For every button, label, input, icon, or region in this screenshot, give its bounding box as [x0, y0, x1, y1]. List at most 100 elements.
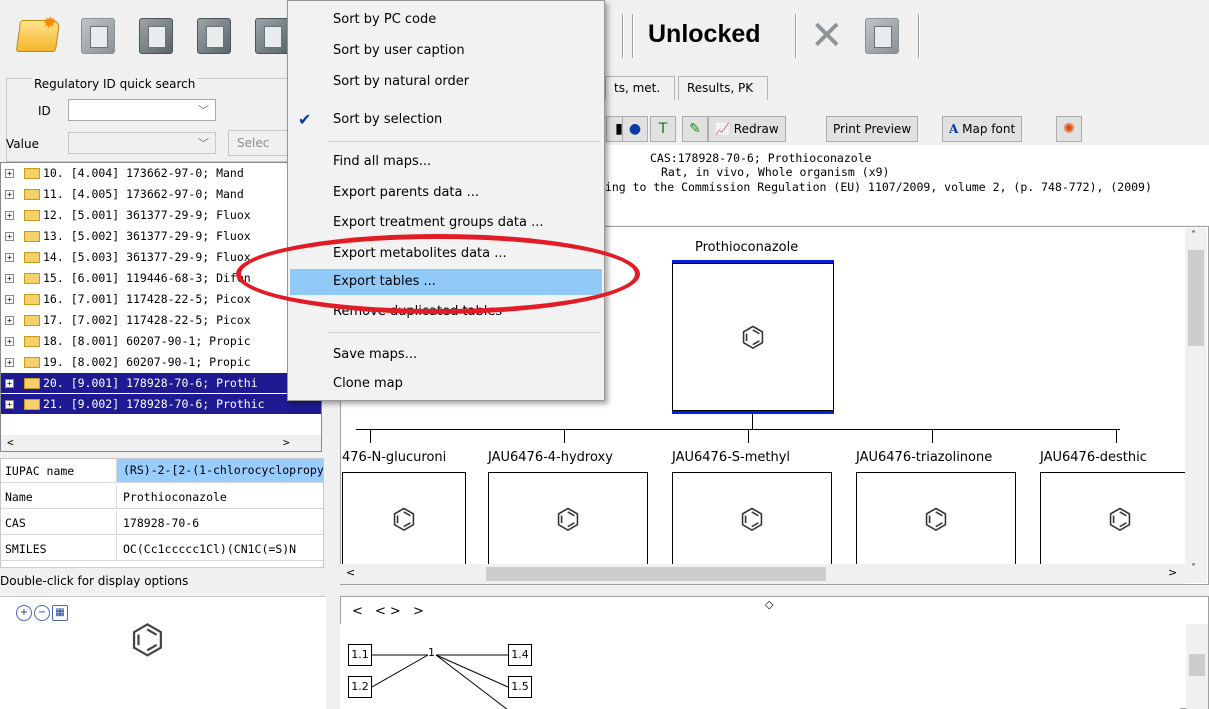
- map-font-button[interactable]: A Map font: [942, 116, 1023, 142]
- map-icon[interactable]: [76, 14, 120, 58]
- tree-hscroll[interactable]: < >: [1, 435, 321, 451]
- edit-icon[interactable]: ✎: [682, 116, 708, 142]
- copy-structure-icon[interactable]: ▦: [52, 605, 68, 621]
- molecule-structure: ⌬: [130, 617, 165, 663]
- info-species: Rat, in vivo, Whole organism (x9): [661, 165, 890, 179]
- folder-icon: [24, 189, 40, 200]
- folder-icon: [24, 168, 40, 179]
- tab-results-pk[interactable]: Results, PK: [678, 76, 768, 100]
- tree-item[interactable]: +17. [7.002] 117428-22-5; Picox: [1, 310, 321, 330]
- close-x-icon[interactable]: ✕: [810, 16, 844, 56]
- diagram-node[interactable]: 1.1: [348, 644, 372, 666]
- property-key: CAS: [5, 516, 26, 530]
- folder-icon: [24, 399, 40, 410]
- expand-icon[interactable]: +: [5, 295, 14, 304]
- metabolite-structure-box[interactable]: ⌬: [342, 472, 466, 564]
- metabolite-structure-box[interactable]: ⌬: [1040, 472, 1200, 564]
- chevron-down-icon: ﹀: [198, 104, 209, 117]
- id-combo[interactable]: ﹀: [68, 99, 216, 121]
- zoom-out-icon[interactable]: −: [34, 605, 50, 621]
- menu-item-find-all-maps[interactable]: Find all maps...: [288, 149, 604, 175]
- property-value[interactable]: 178928-70-6: [123, 516, 199, 530]
- tree-item-label: 21. [9.002] 178928-70-6; Prothic: [43, 397, 265, 411]
- metabolite-structure-box[interactable]: ⌬: [488, 472, 648, 564]
- expand-icon[interactable]: +: [5, 253, 14, 262]
- property-row[interactable]: CAS 178928-70-6: [1, 511, 323, 535]
- print-preview-button[interactable]: Print Preview: [826, 116, 919, 142]
- expand-icon[interactable]: +: [5, 337, 14, 346]
- map-hscroll[interactable]: < >: [340, 564, 1185, 584]
- menu-item-export-parents-data[interactable]: Export parents data ...: [288, 180, 604, 206]
- chevron-down-icon: ﹀: [198, 137, 209, 150]
- expand-icon[interactable]: +: [5, 400, 14, 409]
- tree-item[interactable]: +20. [9.001] 178928-70-6; Prothi: [1, 373, 321, 393]
- menu-item-label: Sort by selection: [333, 112, 443, 127]
- property-value[interactable]: (RS)-2-[2-(1-chlorocyclopropy: [117, 459, 323, 482]
- menu-item-clone-map[interactable]: Clone map: [288, 371, 604, 397]
- property-row[interactable]: IUPAC name (RS)-2-[2-(1-chlorocyclopropy: [1, 459, 323, 483]
- zoom-in-icon[interactable]: +: [16, 605, 32, 621]
- expand-icon[interactable]: +: [5, 379, 14, 388]
- expand-icon[interactable]: +: [5, 169, 14, 178]
- menu-item-sort-by-natural-order[interactable]: Sort by natural order: [288, 69, 604, 95]
- folder-icon: [24, 273, 40, 284]
- text-icon[interactable]: T: [650, 116, 676, 142]
- diagram-lines: [372, 654, 509, 709]
- tree-item[interactable]: +12. [5.001] 361377-29-9; Fluox: [1, 205, 321, 225]
- menu-item-sort-by-user-caption[interactable]: Sort by user caption: [288, 38, 604, 64]
- menu-item-sort-by-pc-code[interactable]: Sort by PC code: [288, 7, 604, 33]
- map-icon[interactable]: [860, 14, 904, 58]
- value-combo[interactable]: ﹀: [68, 132, 216, 154]
- property-row[interactable]: SMILES OC(Cc1ccccc1Cl)(CN1C(=S)N: [1, 537, 323, 561]
- splitter-icon[interactable]: ◇: [765, 598, 773, 611]
- property-value[interactable]: Prothioconazole: [123, 490, 227, 504]
- map-icon[interactable]: [134, 14, 178, 58]
- redraw-button[interactable]: 📈 Redraw: [708, 116, 786, 142]
- diagram-node[interactable]: 1.2: [348, 676, 372, 698]
- folder-icon: [24, 357, 40, 368]
- menu-separator: [328, 141, 600, 142]
- menu-item-sort-by-selection[interactable]: ✔ Sort by selection: [288, 107, 604, 133]
- folder-icon: [24, 252, 40, 263]
- expand-icon[interactable]: +: [5, 211, 14, 220]
- map-vscroll[interactable]: ˄ ˅: [1185, 228, 1207, 583]
- metabolite-structure-box[interactable]: ⌬: [672, 472, 832, 564]
- menu-item-label: Sort by user caption: [333, 43, 465, 58]
- tree-item[interactable]: +13. [5.002] 361377-29-9; Fluox: [1, 226, 321, 246]
- expand-icon[interactable]: +: [5, 274, 14, 283]
- menu-item-export-treatment-groups-data[interactable]: Export treatment groups data ...: [288, 210, 604, 236]
- context-menu: Sort by PC code Sort by user caption Sort …: [287, 0, 605, 401]
- tree-item-label: 14. [5.003] 361377-29-9; Fluox: [43, 250, 251, 264]
- map-icon[interactable]: [192, 14, 236, 58]
- info-reference: ding to the Commission Regulation (EU) 1…: [598, 180, 1152, 194]
- sun-icon[interactable]: ✺: [1056, 116, 1082, 142]
- display-options-hint: Double-click for display options: [0, 574, 189, 588]
- expand-icon[interactable]: +: [5, 190, 14, 199]
- expand-icon[interactable]: +: [5, 358, 14, 367]
- property-row[interactable]: Name Prothioconazole: [1, 485, 323, 509]
- globe-icon[interactable]: ●: [622, 116, 648, 142]
- tree-item-label: 11. [4.005] 173662-97-0; Mand: [43, 187, 244, 201]
- tree-item[interactable]: +11. [4.005] 173662-97-0; Mand: [1, 184, 321, 204]
- tree-item[interactable]: +21. [9.002] 178928-70-6; Prothic: [1, 394, 321, 414]
- menu-item-save-maps[interactable]: Save maps...: [288, 342, 604, 368]
- expand-icon[interactable]: +: [5, 316, 14, 325]
- tab-ts-met[interactable]: ts, met.: [605, 76, 675, 100]
- diagram-nav[interactable]: < <> >: [352, 604, 428, 619]
- map-tree[interactable]: +10. [4.004] 173662-97-0; Mand +11. [4.00…: [0, 162, 322, 452]
- property-value[interactable]: OC(Cc1ccccc1Cl)(CN1C(=S)N: [123, 542, 296, 556]
- tree-item[interactable]: +18. [8.001] 60207-90-1; Propic: [1, 331, 321, 351]
- expand-icon[interactable]: +: [5, 232, 14, 241]
- menu-item-label: Clone map: [333, 376, 403, 391]
- open-folder-icon[interactable]: ✸: [15, 13, 61, 58]
- quick-search-title: Regulatory ID quick search: [32, 77, 198, 91]
- property-key: IUPAC name: [5, 464, 75, 478]
- tree-item[interactable]: +10. [4.004] 173662-97-0; Mand: [1, 163, 321, 183]
- diagram-vscroll[interactable]: [1186, 624, 1208, 709]
- lock-status[interactable]: Unlocked: [648, 20, 761, 49]
- tree-item[interactable]: +19. [8.002] 60207-90-1; Propic: [1, 352, 321, 372]
- folder-icon: [24, 336, 40, 347]
- metabolite-title: JAU6476-4-hydroxy: [488, 450, 613, 465]
- metabolite-structure-box[interactable]: ⌬: [856, 472, 1016, 564]
- parent-structure-box[interactable]: ⌬: [672, 263, 834, 411]
